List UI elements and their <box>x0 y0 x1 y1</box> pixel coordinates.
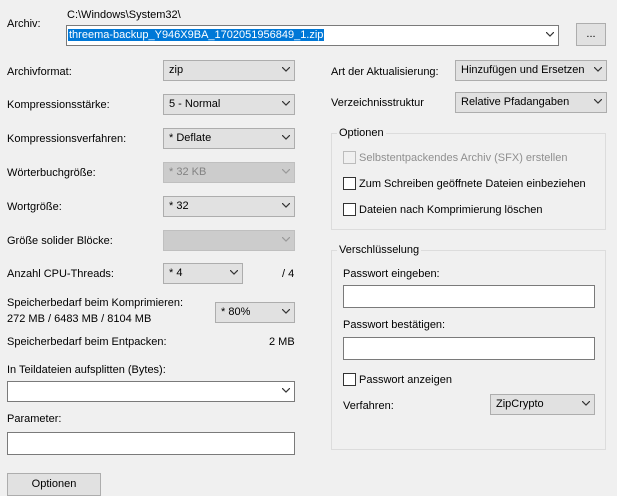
update-mode-label: Art der Aktualisierung: <box>331 66 439 78</box>
password-confirm-label: Passwort bestätigen: <box>343 319 446 331</box>
word-size-value: * 32 <box>169 200 189 212</box>
chevron-down-icon[interactable] <box>546 32 554 37</box>
update-mode-combo[interactable]: Hinzufügen und Ersetzen <box>455 60 607 81</box>
path-mode-combo[interactable]: Relative Pfadangaben <box>455 92 607 113</box>
chevron-down-icon[interactable] <box>282 388 290 393</box>
path-mode-value: Relative Pfadangaben <box>461 96 570 108</box>
dictionary-label: Wörterbuchgröße: <box>7 167 96 179</box>
archive-label: Archiv: <box>7 18 41 30</box>
memory-compress-label: Speicherbedarf beim Komprimieren: <box>7 297 184 309</box>
archive-path: C:\Windows\System32\ <box>67 9 181 21</box>
options-button[interactable]: Optionen <box>7 473 101 496</box>
chevron-down-icon <box>282 203 290 208</box>
chevron-down-icon <box>282 169 290 174</box>
chevron-down-icon <box>582 401 590 406</box>
memory-percent-value: * 80% <box>221 306 251 318</box>
split-label: In Teildateien aufsplitten (Bytes): <box>7 364 166 376</box>
chevron-down-icon <box>282 237 290 242</box>
level-combo[interactable]: 5 - Normal <box>163 94 295 115</box>
chevron-down-icon <box>594 99 602 104</box>
format-value: zip <box>169 64 184 76</box>
memory-percent-combo[interactable]: * 80% <box>215 302 295 323</box>
solid-block-combo <box>163 230 295 251</box>
shared-files-label[interactable]: Zum Schreiben geöffnete Dateien einbezie… <box>359 177 586 191</box>
browse-button[interactable]: ... <box>576 23 606 46</box>
split-combo[interactable] <box>7 381 295 402</box>
memory-compress-value: 272 MB / 6483 MB / 8104 MB <box>7 313 152 325</box>
password-label: Passwort eingeben: <box>343 268 440 280</box>
word-size-label: Wortgröße: <box>7 201 62 213</box>
sfx-checkbox <box>343 151 356 164</box>
dictionary-value: * 32 KB <box>169 166 207 178</box>
show-password-checkbox[interactable] <box>343 373 356 386</box>
threads-combo[interactable]: * 4 <box>163 263 243 284</box>
threads-max: / 4 <box>282 268 295 280</box>
memory-extract-label: Speicherbedarf beim Entpacken: <box>7 336 167 348</box>
encryption-group-title: Verschlüsselung <box>337 243 422 257</box>
level-value: 5 - Normal <box>169 98 221 110</box>
word-size-combo[interactable]: * 32 <box>163 196 295 217</box>
encryption-method-combo[interactable]: ZipCrypto <box>490 394 595 415</box>
password-input[interactable] <box>343 285 595 308</box>
threads-value: * 4 <box>169 267 183 279</box>
parameters-label: Parameter: <box>7 413 62 425</box>
method-combo[interactable]: * Deflate <box>163 128 295 149</box>
chevron-down-icon <box>230 270 238 275</box>
chevron-down-icon <box>282 67 290 72</box>
chevron-down-icon <box>282 135 290 140</box>
password-confirm-input[interactable] <box>343 337 595 360</box>
sfx-label: Selbstentpackendes Archiv (SFX) erstelle… <box>359 152 568 164</box>
solid-block-label: Größe solider Blöcke: <box>7 235 113 247</box>
format-combo[interactable]: zip <box>163 60 295 81</box>
method-value: * Deflate <box>169 132 212 144</box>
shared-files-checkbox[interactable] <box>343 177 356 190</box>
archive-filename-combo[interactable]: threema-backup_Y946X9BA_1702051956849_1.… <box>66 25 559 46</box>
dictionary-combo: * 32 KB <box>163 162 295 183</box>
show-password-label[interactable]: Passwort anzeigen <box>359 373 452 387</box>
delete-after-checkbox[interactable] <box>343 203 356 216</box>
format-label: Archivformat: <box>7 66 72 78</box>
level-label: Kompressionsstärke: <box>7 99 110 111</box>
method-label: Kompressionsverfahren: <box>7 133 127 145</box>
threads-label: Anzahl CPU-Threads: <box>7 268 114 280</box>
update-mode-value: Hinzufügen und Ersetzen <box>461 64 585 76</box>
parameters-input[interactable] <box>7 432 295 455</box>
options-group-title: Optionen <box>337 126 386 140</box>
chevron-down-icon <box>282 309 290 314</box>
memory-extract-value: 2 MB <box>269 336 295 348</box>
archive-filename[interactable]: threema-backup_Y946X9BA_1702051956849_1.… <box>68 29 325 41</box>
chevron-down-icon <box>282 101 290 106</box>
delete-after-label[interactable]: Dateien nach Komprimierung löschen <box>359 203 542 217</box>
path-mode-label: Verzeichnisstruktur <box>331 97 424 109</box>
encryption-method-value: ZipCrypto <box>496 398 544 410</box>
encryption-method-label: Verfahren: <box>343 400 394 412</box>
chevron-down-icon <box>594 67 602 72</box>
